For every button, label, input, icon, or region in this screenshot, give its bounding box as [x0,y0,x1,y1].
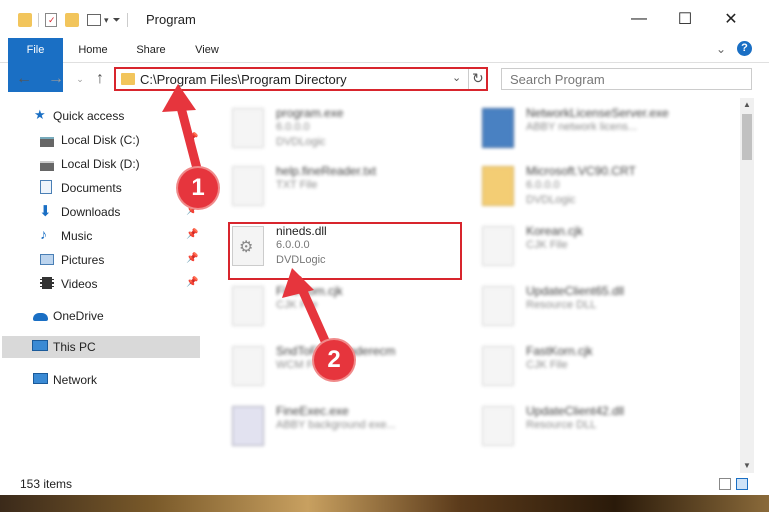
annotation-arrows [162,84,335,357]
step-badge-1: 1 [178,168,218,208]
arrow-1-head [162,84,196,112]
arrow-2-head [282,268,314,298]
desktop-background [0,495,769,512]
step-badge-2: 2 [314,340,354,380]
